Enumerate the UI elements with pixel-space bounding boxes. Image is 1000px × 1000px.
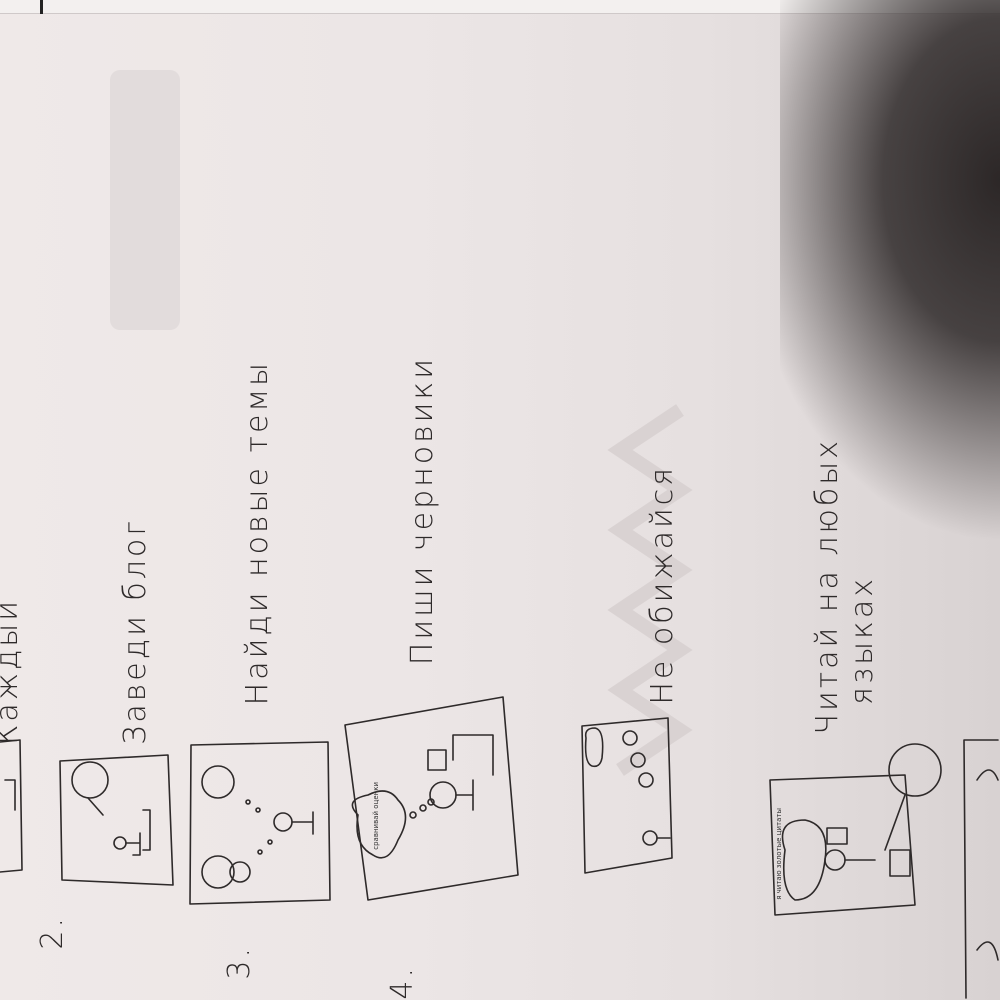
sketch-panel-topics bbox=[189, 741, 331, 905]
caption-read-any-language: Читай на любых bbox=[810, 438, 845, 735]
item-number-2: 2. bbox=[35, 915, 70, 950]
bubble-text-drafts: сравнивай оценки bbox=[372, 782, 380, 850]
sketch-panel-offence bbox=[581, 717, 673, 874]
sketch-panel-1 bbox=[0, 739, 23, 873]
caption-write-drafts: Пиши черновики bbox=[405, 355, 440, 665]
sketch-panel-blog bbox=[59, 754, 174, 886]
caption-languages: языках bbox=[845, 576, 880, 705]
sketch-panel-languages bbox=[769, 743, 942, 916]
caption-start-blog: Заведи блог bbox=[118, 518, 153, 745]
caption-dont-take-offence: Не обижайся bbox=[645, 465, 680, 705]
bubble-text-languages: я читаю золотые цитаты bbox=[775, 808, 783, 900]
top-cutoff-text: Каждый bbox=[0, 598, 25, 745]
sketch-panel-partial bbox=[963, 739, 999, 999]
item-number-3: 3. bbox=[222, 945, 257, 980]
item-number-4: 4. bbox=[385, 965, 420, 1000]
caption-find-topics: Найди новые темы bbox=[240, 359, 275, 705]
